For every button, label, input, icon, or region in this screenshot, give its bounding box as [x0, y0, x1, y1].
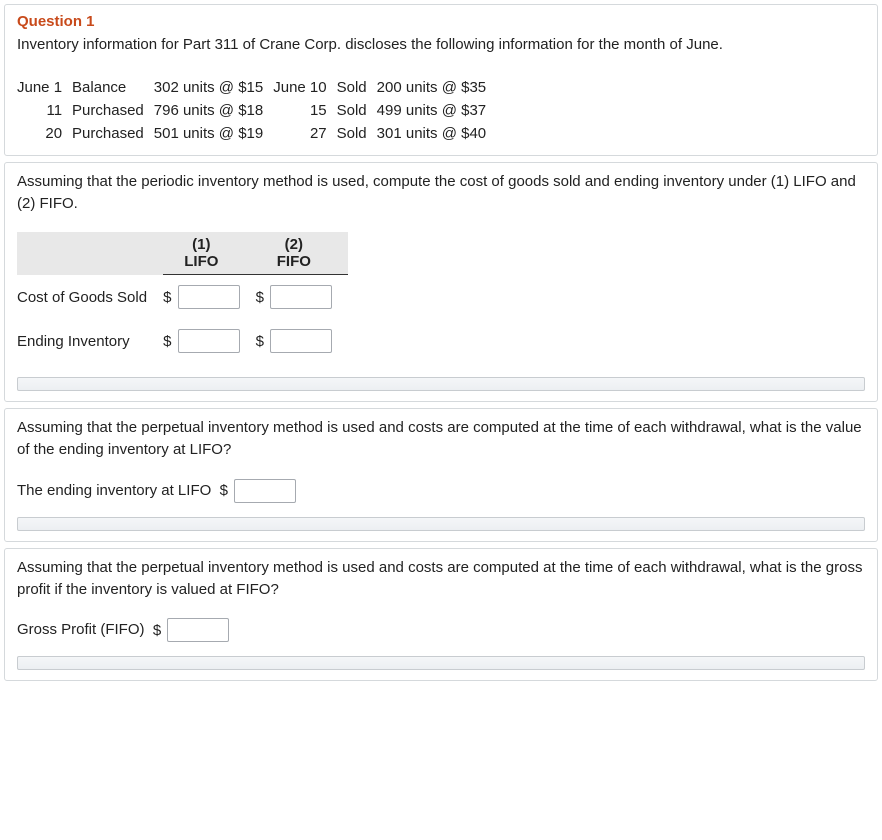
cell-date: June 1: [17, 76, 72, 99]
panel-perpetual-lifo: Assuming that the perpetual inventory me…: [4, 408, 878, 542]
instruction-text: Assuming that the periodic inventory met…: [17, 171, 865, 215]
header-top: (2): [285, 236, 303, 253]
currency-symbol: $: [256, 289, 264, 306]
input-ei-fifo[interactable]: [270, 329, 332, 353]
header-bottom: FIFO: [277, 253, 311, 270]
inventory-table: June 1 Balance 302 units @ $15 June 10 S…: [17, 76, 496, 145]
cell-date: 15: [273, 99, 336, 122]
currency-symbol: $: [163, 289, 171, 306]
header-empty: [17, 232, 163, 275]
input-cogs-lifo[interactable]: [178, 285, 240, 309]
currency-symbol: $: [220, 482, 228, 499]
cell-date: 27: [273, 122, 336, 145]
instruction-text: Assuming that the perpetual inventory me…: [17, 557, 865, 601]
cell-qty: 301 units @ $40: [377, 122, 496, 145]
input-label: Gross Profit (FIFO): [17, 621, 145, 638]
panel-question: Question 1 Inventory information for Par…: [4, 4, 878, 156]
input-ei-lifo[interactable]: [178, 329, 240, 353]
header-bottom: LIFO: [184, 253, 218, 270]
cell-qty: 501 units @ $19: [154, 122, 273, 145]
header-fifo: (2) FIFO: [256, 232, 349, 275]
currency-symbol: $: [256, 333, 264, 350]
cell-action: Sold: [337, 76, 377, 99]
table-row: June 1 Balance 302 units @ $15 June 10 S…: [17, 76, 496, 99]
cell-action: Purchased: [72, 99, 154, 122]
question-intro: Inventory information for Part 311 of Cr…: [17, 34, 865, 56]
row-cogs: Cost of Goods Sold $ $: [17, 275, 348, 320]
table-row: 20 Purchased 501 units @ $19 27 Sold 301…: [17, 122, 496, 145]
currency-symbol: $: [163, 333, 171, 350]
cell-action: Purchased: [72, 122, 154, 145]
cell-action: Sold: [337, 99, 377, 122]
cell-action: Sold: [337, 122, 377, 145]
input-gross-profit-fifo[interactable]: [167, 618, 229, 642]
question-title: Question 1: [17, 13, 865, 30]
header-top: (1): [192, 236, 210, 253]
cell-date: 20: [17, 122, 72, 145]
panel-periodic: Assuming that the periodic inventory met…: [4, 162, 878, 403]
input-ending-inventory-lifo[interactable]: [234, 479, 296, 503]
cell-qty: 796 units @ $18: [154, 99, 273, 122]
cell-qty: 200 units @ $35: [377, 76, 496, 99]
table-row: 11 Purchased 796 units @ $18 15 Sold 499…: [17, 99, 496, 122]
input-cogs-fifo[interactable]: [270, 285, 332, 309]
row-label: Ending Inventory: [17, 319, 163, 363]
row-ending-inventory: Ending Inventory $ $: [17, 319, 348, 363]
cell-date: 11: [17, 99, 72, 122]
panel-perpetual-fifo: Assuming that the perpetual inventory me…: [4, 548, 878, 682]
row-label: Cost of Goods Sold: [17, 275, 163, 320]
header-lifo: (1) LIFO: [163, 232, 256, 275]
progress-bar: [17, 656, 865, 670]
currency-symbol: $: [153, 622, 161, 639]
input-label: The ending inventory at LIFO: [17, 482, 211, 499]
cell-action: Balance: [72, 76, 154, 99]
cell-qty: 302 units @ $15: [154, 76, 273, 99]
instruction-text: Assuming that the perpetual inventory me…: [17, 417, 865, 461]
progress-bar: [17, 377, 865, 391]
cell-date: June 10: [273, 76, 336, 99]
progress-bar: [17, 517, 865, 531]
cell-qty: 499 units @ $37: [377, 99, 496, 122]
computation-table: (1) LIFO (2) FIFO Cost of Goods Sold $ $: [17, 232, 348, 363]
